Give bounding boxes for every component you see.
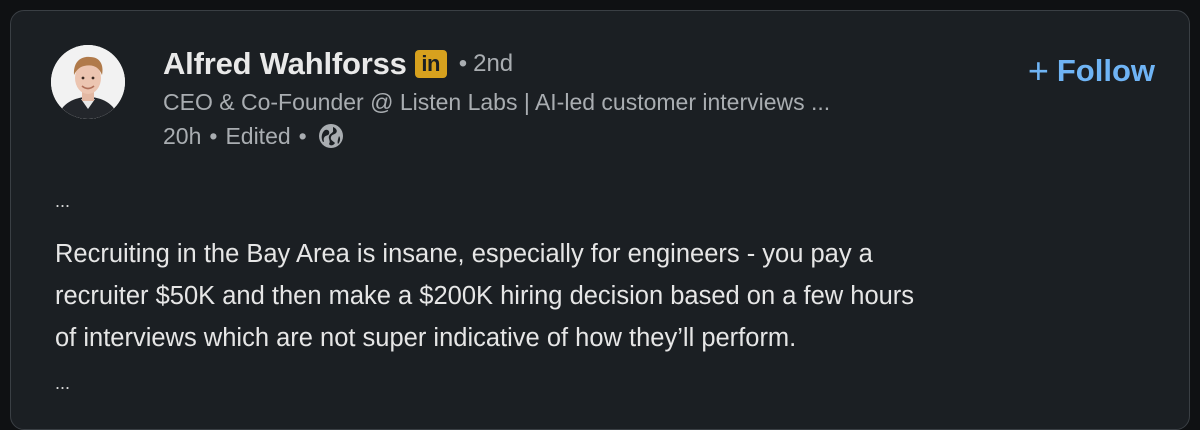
see-more-ellipsis[interactable]: ... — [55, 373, 70, 394]
globe-icon — [318, 124, 343, 148]
plus-icon: + — [1027, 50, 1049, 91]
meta-separator: • — [298, 122, 307, 149]
author-name[interactable]: Alfred Wahlforss — [163, 46, 407, 82]
profile-photo-icon — [51, 45, 125, 119]
linkedin-in-icon: in — [414, 50, 447, 78]
author-headline[interactable]: CEO & Co-Founder @ Listen Labs | AI-led … — [163, 89, 993, 116]
post-card: Alfred Wahlforss in • 2nd CEO & Co-Founde… — [10, 10, 1190, 430]
post-body: Recruiting in the Bay Area is insane, es… — [55, 233, 1165, 359]
edited-label: Edited — [225, 122, 291, 149]
degree-separator: • — [458, 50, 468, 77]
post-body-line: recruiter $50K and then make a $200K hir… — [55, 282, 915, 310]
connection-degree: • 2nd — [459, 50, 513, 78]
follow-label: Follow — [1056, 53, 1155, 88]
post-time[interactable]: 20h — [163, 123, 201, 150]
truncated-text-top: ... — [55, 191, 71, 211]
follow-button[interactable]: + Follow — [1028, 53, 1155, 89]
post-body-line: of interviews which are not super indica… — [55, 324, 797, 352]
post-body-line: Recruiting in the Bay Area is insane, es… — [55, 240, 873, 268]
post-meta: 20h • Edited • — [163, 121, 345, 151]
avatar[interactable] — [51, 45, 125, 119]
meta-separator: • — [209, 122, 218, 149]
degree-label: 2nd — [473, 50, 514, 77]
author-row: Alfred Wahlforss in • 2nd — [163, 44, 513, 84]
